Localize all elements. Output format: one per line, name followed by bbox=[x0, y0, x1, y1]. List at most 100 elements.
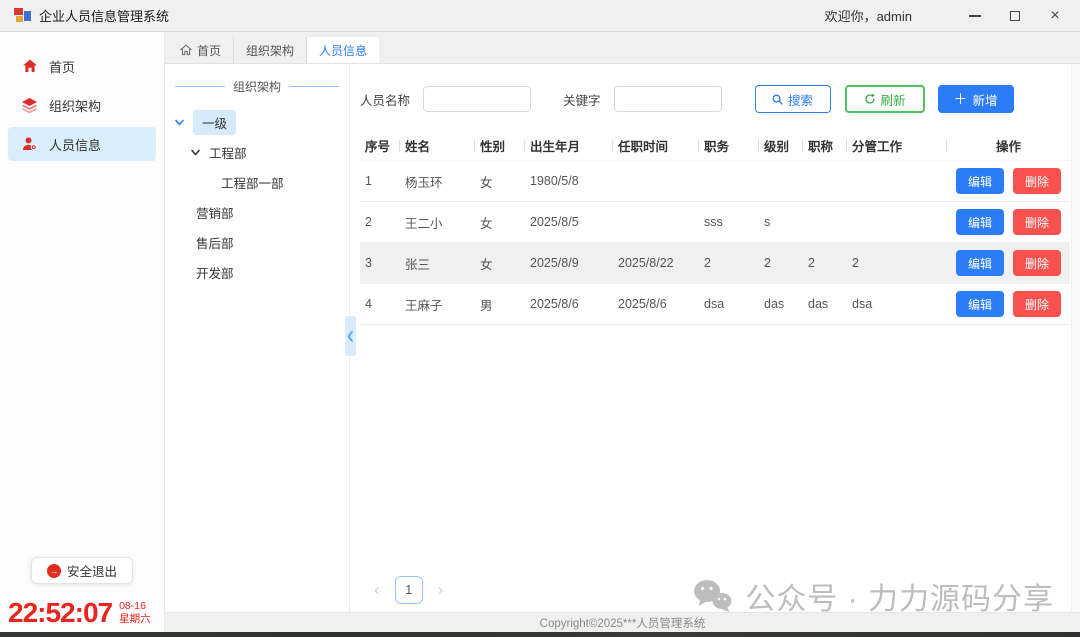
search-button-label: 搜索 bbox=[788, 90, 813, 109]
logout-icon: → bbox=[47, 564, 61, 578]
person-name-input[interactable] bbox=[423, 86, 531, 112]
window-title: 企业人员信息管理系统 bbox=[39, 6, 169, 25]
tab-label: 人员信息 bbox=[319, 42, 367, 59]
home-icon bbox=[21, 58, 38, 75]
app-window: 企业人员信息管理系统 欢迎你，admin × 首页 bbox=[0, 0, 1080, 637]
maximize-icon[interactable] bbox=[1008, 9, 1022, 23]
personnel-table: 序号 姓名 性别 出生年月 任职时间 职务 级别 职称 分管工作 操作 bbox=[360, 131, 1070, 325]
cell-duty: dsa bbox=[847, 297, 947, 311]
clock-time: 22:52:07 bbox=[8, 597, 112, 629]
cell-actions: 编辑 删除 bbox=[947, 291, 1070, 317]
sidebar-item-personnel[interactable]: 人员信息 bbox=[8, 127, 156, 161]
table-header-row: 序号 姓名 性别 出生年月 任职时间 职务 级别 职称 分管工作 操作 bbox=[360, 131, 1070, 161]
tab-label: 组织架构 bbox=[246, 42, 294, 59]
close-icon[interactable]: × bbox=[1048, 9, 1062, 23]
footer: Copyright©2025***人员管理系统 bbox=[165, 612, 1080, 632]
cell-gender: 女 bbox=[475, 213, 525, 232]
edit-button[interactable]: 编辑 bbox=[956, 209, 1004, 235]
col-position: 职务 bbox=[699, 136, 759, 155]
clock-date: 08-16 bbox=[119, 600, 151, 613]
plus-icon: ＋ bbox=[954, 92, 968, 106]
desktop-edge bbox=[0, 632, 1080, 637]
cell-seq: 2 bbox=[360, 215, 400, 229]
delete-button[interactable]: 删除 bbox=[1013, 209, 1061, 235]
col-gender: 性别 bbox=[475, 136, 525, 155]
person-name-label: 人员名称 bbox=[360, 90, 410, 109]
delete-button[interactable]: 删除 bbox=[1013, 168, 1061, 194]
tree-node-level1[interactable]: 一级 bbox=[165, 107, 349, 137]
add-button-label: 新增 bbox=[973, 90, 998, 109]
next-page-icon[interactable]: › bbox=[438, 580, 444, 600]
cell-position: sss bbox=[699, 215, 759, 229]
tree-node-label: 一级 bbox=[193, 110, 236, 135]
tree-node-marketing[interactable]: 营销部 bbox=[165, 197, 349, 227]
cell-level: das bbox=[759, 297, 803, 311]
edit-button[interactable]: 编辑 bbox=[956, 250, 1004, 276]
delete-button[interactable]: 删除 bbox=[1013, 291, 1061, 317]
cell-birth: 1980/5/8 bbox=[525, 174, 613, 188]
cell-name: 王二小 bbox=[400, 213, 475, 232]
tab-home[interactable]: 首页 bbox=[168, 37, 234, 63]
refresh-button[interactable]: 刷新 bbox=[845, 85, 925, 113]
refresh-icon bbox=[864, 93, 876, 105]
edit-button[interactable]: 编辑 bbox=[956, 291, 1004, 317]
search-icon bbox=[772, 94, 783, 105]
cell-seq: 3 bbox=[360, 256, 400, 270]
chevron-down-icon[interactable] bbox=[190, 147, 202, 158]
tree-node-label: 营销部 bbox=[196, 203, 234, 222]
col-birth: 出生年月 bbox=[525, 136, 613, 155]
cell-title: 2 bbox=[803, 256, 847, 270]
tree-collapse-handle[interactable]: ❮ bbox=[345, 316, 356, 356]
tab-bar: 首页 组织架构 人员信息 bbox=[165, 32, 1080, 64]
tab-personnel[interactable]: 人员信息 bbox=[307, 37, 379, 63]
copyright-text: Copyright©2025***人员管理系统 bbox=[540, 615, 706, 631]
tree-node-aftersales[interactable]: 售后部 bbox=[165, 227, 349, 257]
add-button[interactable]: ＋ 新增 bbox=[938, 85, 1014, 113]
sidebar-item-home[interactable]: 首页 bbox=[8, 49, 156, 83]
clock: 22:52:07 08-16 星期六 bbox=[8, 597, 151, 629]
chevron-down-icon[interactable] bbox=[174, 117, 186, 128]
logout-button[interactable]: → 安全退出 bbox=[31, 557, 133, 584]
cell-birth: 2025/8/5 bbox=[525, 215, 613, 229]
cell-duty: 2 bbox=[847, 256, 947, 270]
tree-node-development[interactable]: 开发部 bbox=[165, 257, 349, 287]
keyword-input[interactable] bbox=[614, 86, 722, 112]
cell-seq: 1 bbox=[360, 174, 400, 188]
cell-actions: 编辑 删除 bbox=[947, 250, 1070, 276]
sidebar: 首页 组织架构 bbox=[0, 32, 165, 632]
tree-node-engineering[interactable]: 工程部 bbox=[165, 137, 349, 167]
org-tree-panel: 组织架构 一级 工程部 bbox=[165, 64, 350, 612]
cell-birth: 2025/8/9 bbox=[525, 256, 613, 270]
cell-gender: 女 bbox=[475, 172, 525, 191]
layers-icon bbox=[21, 97, 38, 114]
cell-title: das bbox=[803, 297, 847, 311]
tree-node-engineering-1[interactable]: 工程部一部 bbox=[165, 167, 349, 197]
tab-org[interactable]: 组织架构 bbox=[234, 37, 307, 63]
table-row: 2 王二小 女 2025/8/5 sss s 编辑 删除 bbox=[360, 202, 1070, 243]
table-row: 3 张三 女 2025/8/9 2025/8/22 2 2 2 2 编辑 删除 bbox=[360, 243, 1070, 284]
user-icon bbox=[21, 136, 38, 153]
minimize-icon[interactable] bbox=[968, 9, 982, 23]
title-bar: 企业人员信息管理系统 欢迎你，admin × bbox=[0, 0, 1080, 32]
sidebar-item-org[interactable]: 组织架构 bbox=[8, 88, 156, 122]
cell-tenure: 2025/8/6 bbox=[613, 297, 699, 311]
delete-button[interactable]: 删除 bbox=[1013, 250, 1061, 276]
prev-page-icon[interactable]: ‹ bbox=[374, 580, 380, 600]
col-level: 级别 bbox=[759, 136, 803, 155]
edit-button[interactable]: 编辑 bbox=[956, 168, 1004, 194]
col-name: 姓名 bbox=[400, 136, 475, 155]
refresh-button-label: 刷新 bbox=[881, 90, 906, 109]
cell-name: 杨玉环 bbox=[400, 172, 475, 191]
table-row: 4 王麻子 男 2025/8/6 2025/8/6 dsa das das ds… bbox=[360, 284, 1070, 325]
page-number-button[interactable]: 1 bbox=[395, 576, 423, 604]
vertical-scrollbar[interactable] bbox=[1071, 64, 1080, 612]
home-outline-icon bbox=[180, 44, 192, 56]
cell-level: s bbox=[759, 215, 803, 229]
sidebar-item-label: 首页 bbox=[49, 57, 75, 76]
table-row: 1 杨玉环 女 1980/5/8 编辑 删除 bbox=[360, 161, 1070, 202]
tree-node-label: 售后部 bbox=[196, 233, 234, 252]
content-area: 人员名称 关键字 搜索 bbox=[350, 64, 1080, 612]
search-button[interactable]: 搜索 bbox=[755, 85, 831, 113]
cell-actions: 编辑 删除 bbox=[947, 168, 1070, 194]
cell-name: 张三 bbox=[400, 254, 475, 273]
